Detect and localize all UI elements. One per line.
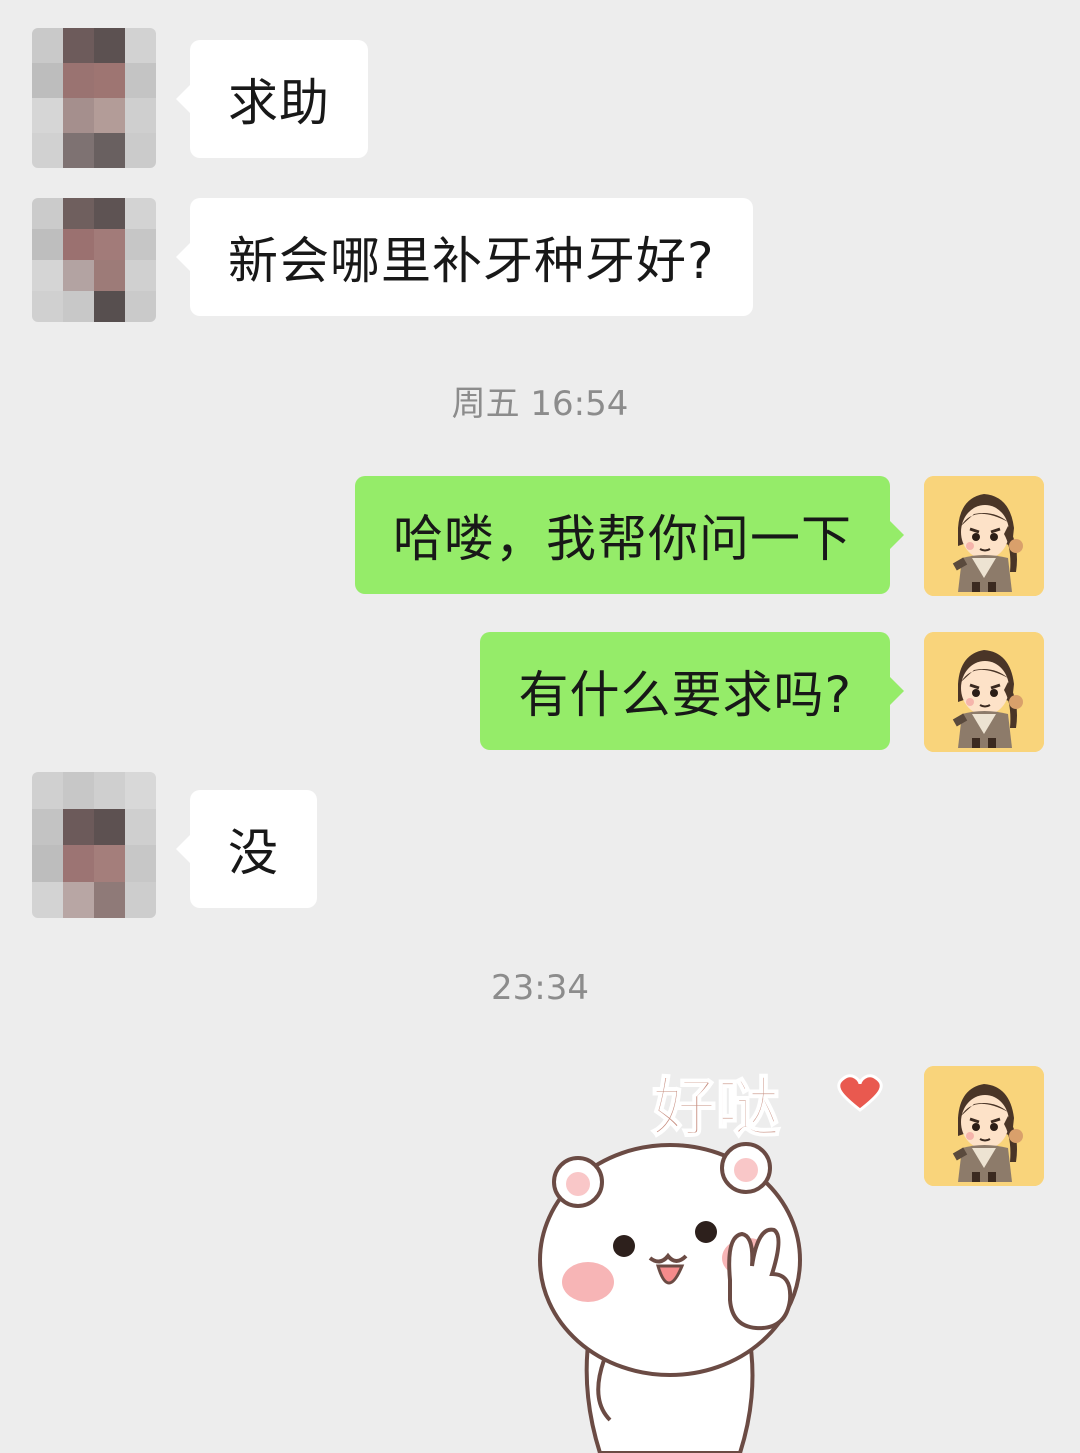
message-text: 哈喽，我帮你问一下 [393, 510, 852, 568]
self-avatar[interactable] [924, 632, 1044, 752]
contact-avatar[interactable] [32, 28, 156, 168]
contact-avatar[interactable] [32, 772, 156, 918]
timestamp: 23:34 [491, 968, 589, 1008]
self-avatar[interactable] [924, 476, 1044, 596]
message-text: 求助 [228, 74, 330, 132]
message-bubble-outgoing[interactable]: 哈喽，我帮你问一下 [355, 476, 904, 594]
message-bubble-incoming[interactable]: 求助 [176, 40, 368, 158]
message-text: 没 [228, 824, 279, 882]
sticker-text: 好哒 [651, 1072, 780, 1146]
chat-view: 求助 新会哪里补牙种牙好? 周五 16:54 哈喽，我帮你问一下 有什么要求吗?… [0, 0, 1080, 1453]
timestamp: 周五 16:54 [451, 384, 629, 424]
cartoon-character-icon [924, 632, 1044, 752]
cartoon-character-icon [924, 1066, 1044, 1186]
self-avatar[interactable] [924, 1066, 1044, 1186]
cartoon-character-icon [924, 476, 1044, 596]
message-bubble-incoming[interactable]: 没 [176, 790, 317, 908]
contact-avatar[interactable] [32, 198, 156, 322]
bear-peace-sign-sticker-icon: 好哒 [538, 1071, 883, 1453]
message-bubble-outgoing[interactable]: 有什么要求吗? [480, 632, 904, 750]
message-text: 新会哪里补牙种牙好? [228, 232, 715, 290]
message-bubble-incoming[interactable]: 新会哪里补牙种牙好? [176, 198, 753, 316]
message-text: 有什么要求吗? [518, 666, 852, 724]
sticker-message[interactable]: 好哒 [520, 1060, 900, 1453]
